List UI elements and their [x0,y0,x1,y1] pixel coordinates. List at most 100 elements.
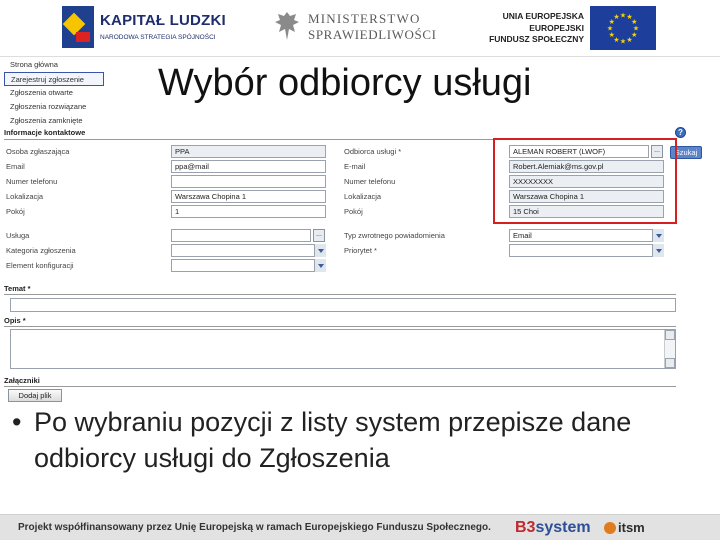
field-label: Numer telefonu [344,177,396,186]
section-contact-info: Informacje kontaktowe [4,128,86,137]
field-label: Pokój [344,207,363,216]
itsm-logo: itsm [604,520,645,535]
field-label: Usługa [6,231,30,240]
kapital-ludzki-title: KAPITAŁ LUDZKI [100,12,226,29]
recipient-location-input: Warszawa Chopina 1 [509,190,664,203]
recipient-input[interactable]: ALEMAN ROBERT (LWOF) [509,145,649,158]
kapital-ludzki-logo: KAPITAŁ LUDZKI NARODOWA STRATEGIA SPÓJNO… [62,4,226,52]
recipient-room-input: 15 Choi [509,205,664,218]
eu-line2: EUROPEJSKI [529,22,584,33]
field-category: Kategoria zgłoszenia [6,244,336,258]
eu-star-icon: ★ [626,36,632,44]
recipient-lookup-button[interactable]: ... [651,145,663,158]
nav-item-home[interactable]: Strona główna [4,58,104,72]
recipient-phone-input: XXXXXXXX [509,175,664,188]
config-item-select[interactable] [171,259,326,272]
chevron-down-icon[interactable] [314,259,326,272]
header-logos: KAPITAŁ LUDZKI NARODOWA STRATEGIA SPÓJNO… [0,0,720,56]
attachments-label: Załączniki [4,376,40,385]
room-input[interactable]: 1 [171,205,326,218]
nav-item-open-tickets[interactable]: Zgłoszenia otwarte [4,86,104,100]
field-recipient: Odbiorca usługi * ALEMAN ROBERT (LWOF) .… [344,145,666,159]
footer: Projekt współfinansowany przez Unię Euro… [0,514,720,540]
field-label: Email [6,162,25,171]
bullet-text: Po wybraniu pozycji z listy system przep… [34,407,632,473]
eu-star-icon: ★ [620,38,626,46]
field-recipient-phone: Numer telefonu XXXXXXXX [344,175,666,189]
eu-line1: UNIA EUROPEJSKA [502,11,584,21]
field-recipient-email: E-mail Robert.Alemiak@ms.gov.pl [344,160,666,174]
description-textarea[interactable] [10,329,676,369]
field-notification-type: Typ zwrotnego powiadomienia Email [344,229,666,243]
description-label: Opis * [4,316,26,325]
eagle-emblem-icon [275,12,299,40]
priority-select[interactable] [509,244,664,257]
section-divider [4,294,676,295]
kapital-ludzki-emblem-icon [62,6,94,48]
field-label: Kategoria zgłoszenia [6,246,76,255]
eu-star-icon: ★ [613,13,619,21]
eu-logo-text: UNIA EUROPEJSKA EUROPEJSKI FUNDUSZ SPOŁE… [489,11,584,46]
section-divider [4,326,676,327]
kapital-ludzki-subtitle: NARODOWA STRATEGIA SPÓJNOŚCI [100,34,216,41]
field-label: Odbiorca usługi * [344,147,402,156]
field-config-item: Element konfiguracji [6,259,336,273]
chevron-down-icon[interactable] [652,229,664,242]
location-input[interactable]: Warszawa Chopina 1 [171,190,326,203]
b3-prefix: B3 [515,519,536,536]
field-recipient-location: Lokalizacja Warszawa Chopina 1 [344,190,666,204]
field-label: Typ zwrotnego powiadomienia [344,231,445,240]
nav-item-register-ticket[interactable]: Zarejestruj zgłoszenie [4,72,104,86]
topic-input[interactable] [10,298,676,312]
category-select[interactable] [171,244,326,257]
eu-star-icon: ★ [631,18,637,26]
reporter-input[interactable]: PPA [171,145,326,158]
field-label: Lokalizacja [344,192,382,201]
email-input[interactable]: ppa@mail [171,160,326,173]
service-input[interactable] [171,229,311,242]
slide-title: Wybór odbiorcy usługi [158,62,532,104]
itsm-text: itsm [618,520,645,535]
search-button[interactable]: Szukaj [670,146,702,159]
field-location: Lokalizacja Warszawa Chopina 1 [6,190,336,204]
bullet-dot: • [12,407,22,437]
chevron-down-icon[interactable] [314,244,326,257]
recipient-email-input: Robert.Alemiak@ms.gov.pl [509,160,664,173]
ministry-name-line2: SPRAWIEDLIWOŚCI [308,27,437,42]
field-label: Priorytet * [344,246,377,255]
field-label: Numer telefonu [6,177,58,186]
eu-flag-icon: ★ ★ ★ ★ ★ ★ ★ ★ ★ ★ ★ ★ [590,6,656,50]
field-label: Element konfiguracji [6,261,74,270]
field-label: Lokalizacja [6,192,44,201]
description-scrollbar[interactable] [664,330,675,368]
section-divider [4,139,676,140]
itsm-dot-icon [604,522,616,534]
scroll-down-icon[interactable] [665,358,675,368]
chevron-down-icon[interactable] [652,244,664,257]
eu-logo: UNIA EUROPEJSKA EUROPEJSKI FUNDUSZ SPOŁE… [489,4,660,52]
field-label: Osoba zgłaszająca [6,147,70,156]
field-email: Email ppa@mail [6,160,336,174]
section-divider [4,386,676,387]
ticket-form: Informacje kontaktowe Osoba zgłaszająca … [0,124,720,402]
footer-text: Projekt współfinansowany przez Unię Euro… [18,522,491,533]
scroll-up-icon[interactable] [665,330,675,340]
side-nav: Strona główna Zarejestruj zgłoszenie Zgł… [4,58,104,128]
add-file-button[interactable]: Dodaj plik [8,389,62,402]
help-icon[interactable]: ? [675,127,686,138]
phone-input[interactable] [171,175,326,188]
b3system-logo: B3system [515,519,591,537]
field-label: E-mail [344,162,366,171]
field-recipient-room: Pokój 15 Choi [344,205,666,219]
field-service: Usługa ... [6,229,336,243]
ministry-logo: MINISTERSTWO SPRAWIEDLIWOŚCI [274,8,437,48]
ministry-name-line1: MINISTERSTWO [308,11,421,26]
b3-suffix: system [535,519,591,536]
service-lookup-button[interactable]: ... [313,229,325,242]
field-phone: Numer telefonu [6,175,336,189]
nav-item-resolved-tickets[interactable]: Zgłoszenia rozwiązane [4,100,104,114]
notification-type-select[interactable]: Email [509,229,664,242]
eu-line3: FUNDUSZ SPOŁECZNY [489,34,584,44]
eu-star-icon: ★ [620,12,626,20]
topic-label: Temat * [4,284,31,293]
